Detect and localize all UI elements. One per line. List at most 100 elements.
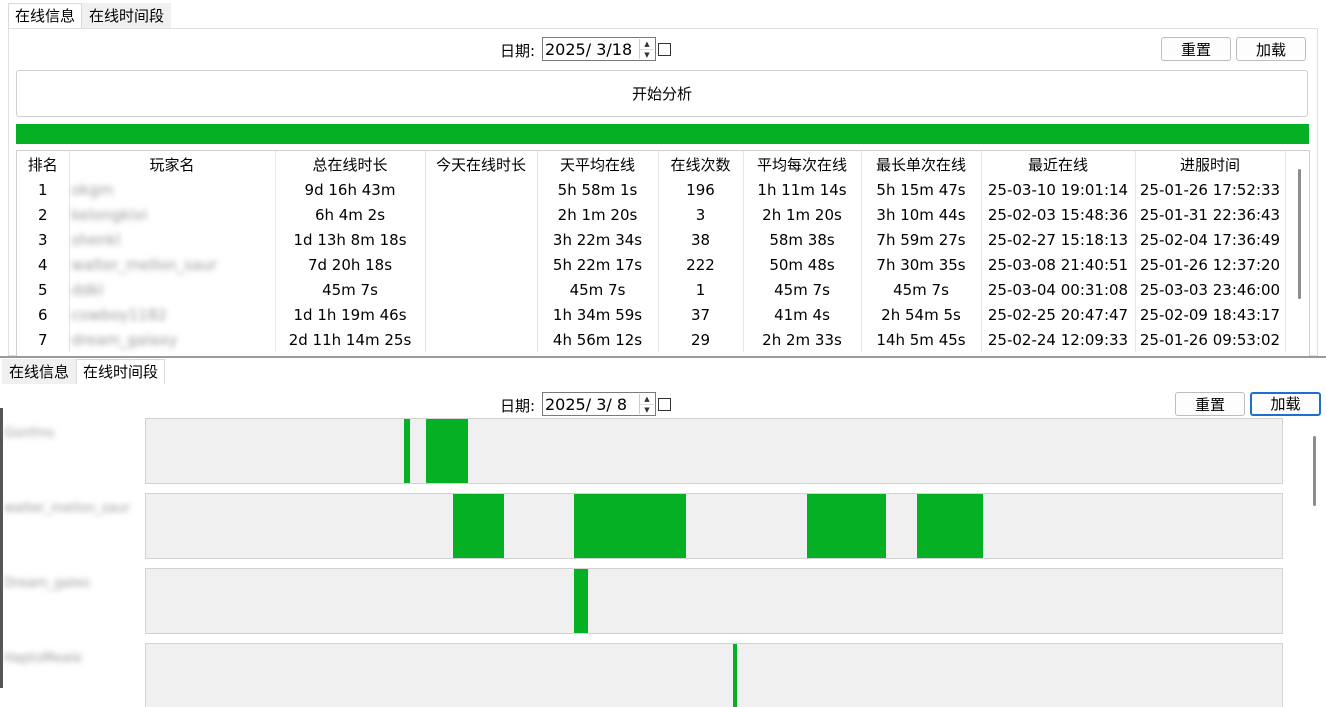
table-header-row: 排名 玩家名 总在线时长 今天在线时长 天平均在线 在线次数 平均每次在线 最长单次在线 最近在… xyxy=(17,151,1286,177)
table-cell xyxy=(425,177,538,202)
player-label: walter_mellon_saur xyxy=(4,501,131,516)
table-cell: 2d 11h 14m 25s xyxy=(275,327,426,352)
date-spinner[interactable]: ▲ ▼ xyxy=(639,394,654,414)
table-cell: 1 xyxy=(658,277,744,302)
tab-bar: 在线信息 在线时间段 xyxy=(8,3,172,28)
table-row[interactable]: 3 shenkl 1d 13h 8m 18s 3h 22m 34s 38 58m 38s 7… xyxy=(17,227,1286,252)
table-cell: 25-02-03 15:48:36 xyxy=(981,202,1136,227)
table-cell: 37 xyxy=(658,302,744,327)
column-header[interactable]: 玩家名 xyxy=(69,151,276,177)
table-cell: 2h 2m 33s xyxy=(743,327,862,352)
table-cell: 1h 34m 59s xyxy=(537,302,659,327)
table-cell: 14h 5m 45s xyxy=(861,327,982,352)
table-cell: 9d 16h 43m xyxy=(275,177,426,202)
tab-online-info[interactable]: 在线信息 xyxy=(8,3,83,28)
player-name-cell: shenkl xyxy=(69,227,276,252)
table-row[interactable]: 5 ddkl 45m 7s 45m 7s 1 45m 7s 45m 7s 25-03-04 0… xyxy=(17,277,1286,302)
table-cell: 3 xyxy=(17,227,70,252)
player-name-cell: okgm xyxy=(69,177,276,202)
spin-up-icon[interactable]: ▲ xyxy=(640,39,654,50)
table-cell: 7h 59m 27s xyxy=(861,227,982,252)
load-button[interactable]: 加载 xyxy=(1236,37,1306,61)
date-spinner[interactable]: ▲ ▼ xyxy=(639,39,654,59)
table-cell: 25-01-26 12:37:20 xyxy=(1135,252,1286,277)
table-row[interactable]: 2 kelongkivi 6h 4m 2s 2h 1m 20s 3 2h 1m 20s 3h… xyxy=(17,202,1286,227)
date-checkbox[interactable] xyxy=(658,398,671,411)
table-cell: 25-02-24 12:09:33 xyxy=(981,327,1136,352)
table-cell: 45m 7s xyxy=(861,277,982,302)
table-cell: 3h 10m 44s xyxy=(861,202,982,227)
table-cell: 25-02-04 17:36:49 xyxy=(1135,227,1286,252)
date-label: 日期: xyxy=(500,42,536,60)
player-label: Dream_galeo xyxy=(4,576,90,591)
table-cell: 3h 22m 34s xyxy=(537,227,659,252)
online-segment xyxy=(916,494,983,558)
player-label: Gonfms xyxy=(4,426,55,441)
start-analysis-button[interactable]: 开始分析 xyxy=(16,70,1308,117)
tab-online-info[interactable]: 在线信息 xyxy=(2,359,77,384)
load-button[interactable]: 加载 xyxy=(1250,392,1321,416)
table-cell: 45m 7s xyxy=(275,277,426,302)
table-cell: 5h 15m 47s xyxy=(861,177,982,202)
table-cell: 25-03-04 00:31:08 xyxy=(981,277,1136,302)
column-header[interactable]: 排名 xyxy=(17,151,70,177)
table-cell: 2h 1m 20s xyxy=(743,202,862,227)
table-cell: 1h 11m 14s xyxy=(743,177,862,202)
date-checkbox[interactable] xyxy=(658,43,671,56)
left-edge-bar xyxy=(0,408,3,688)
column-header[interactable]: 最长单次在线 xyxy=(861,151,982,177)
table-cell: 25-01-31 22:36:43 xyxy=(1135,202,1286,227)
online-segment xyxy=(403,419,410,483)
table-cell xyxy=(425,202,538,227)
column-header[interactable]: 进服时间 xyxy=(1135,151,1286,177)
table-cell: 1d 13h 8m 18s xyxy=(275,227,426,252)
table-cell: 7d 20h 18s xyxy=(275,252,426,277)
table-cell: 45m 7s xyxy=(537,277,659,302)
table-row[interactable]: 4 walter_mellon_saur 7d 20h 18s 5h 22m 17s 2… xyxy=(17,252,1286,277)
column-header[interactable]: 最近在线 xyxy=(981,151,1136,177)
column-header[interactable]: 总在线时长 xyxy=(275,151,426,177)
date-value: 2025/ 3/ 8 xyxy=(545,395,628,414)
vertical-scrollbar[interactable] xyxy=(1298,169,1301,299)
player-name-cell: cowboy1182 xyxy=(69,302,276,327)
table-cell: 5 xyxy=(17,277,70,302)
date-picker[interactable]: 2025/ 3/18 ▲ ▼ xyxy=(542,37,656,61)
timeline-lane xyxy=(145,493,1283,559)
column-header[interactable]: 今天在线时长 xyxy=(425,151,538,177)
date-picker[interactable]: 2025/ 3/ 8 ▲ ▼ xyxy=(542,392,656,416)
table-cell: 7h 30m 35s xyxy=(861,252,982,277)
online-segment xyxy=(574,569,589,633)
table-cell: 7 xyxy=(17,327,70,352)
tab-online-periods[interactable]: 在线时间段 xyxy=(82,3,172,28)
tab-online-periods[interactable]: 在线时间段 xyxy=(76,359,166,384)
spin-down-icon[interactable]: ▼ xyxy=(640,405,654,415)
table-row[interactable]: 7 dream_galaxy 2d 11h 14m 25s 4h 56m 12s 29 2… xyxy=(17,327,1286,352)
table-cell: 25-01-26 17:52:33 xyxy=(1135,177,1286,202)
table-cell: 2 xyxy=(17,202,70,227)
table-cell: 196 xyxy=(658,177,744,202)
table-cell: 25-03-10 19:01:14 xyxy=(981,177,1136,202)
reset-button[interactable]: 重置 xyxy=(1161,37,1231,61)
spin-down-icon[interactable]: ▼ xyxy=(640,50,654,60)
table-cell: 2h 1m 20s xyxy=(537,202,659,227)
online-segment xyxy=(574,494,687,558)
column-header[interactable]: 平均每次在线 xyxy=(743,151,862,177)
table-row[interactable]: 6 cowboy1182 1d 1h 19m 46s 1h 34m 59s 37 41m … xyxy=(17,302,1286,327)
vertical-scrollbar[interactable] xyxy=(1313,436,1316,506)
player-name-cell: walter_mellon_saur xyxy=(69,252,276,277)
table-cell: 3 xyxy=(658,202,744,227)
table-cell xyxy=(425,327,538,352)
table-cell: 4 xyxy=(17,252,70,277)
table-cell: 25-01-26 09:53:02 xyxy=(1135,327,1286,352)
table-cell: 6 xyxy=(17,302,70,327)
column-header[interactable]: 在线次数 xyxy=(658,151,744,177)
table-cell: 41m 4s xyxy=(743,302,862,327)
date-label: 日期: xyxy=(500,397,536,415)
reset-button[interactable]: 重置 xyxy=(1175,392,1245,416)
table-row[interactable]: 1 okgm 9d 16h 43m 5h 58m 1s 196 1h 11m 14s 5h … xyxy=(17,177,1286,202)
spin-up-icon[interactable]: ▲ xyxy=(640,394,654,405)
player-name-cell: kelongkivi xyxy=(69,202,276,227)
table-cell: 29 xyxy=(658,327,744,352)
online-segment xyxy=(806,494,886,558)
column-header[interactable]: 天平均在线 xyxy=(537,151,659,177)
